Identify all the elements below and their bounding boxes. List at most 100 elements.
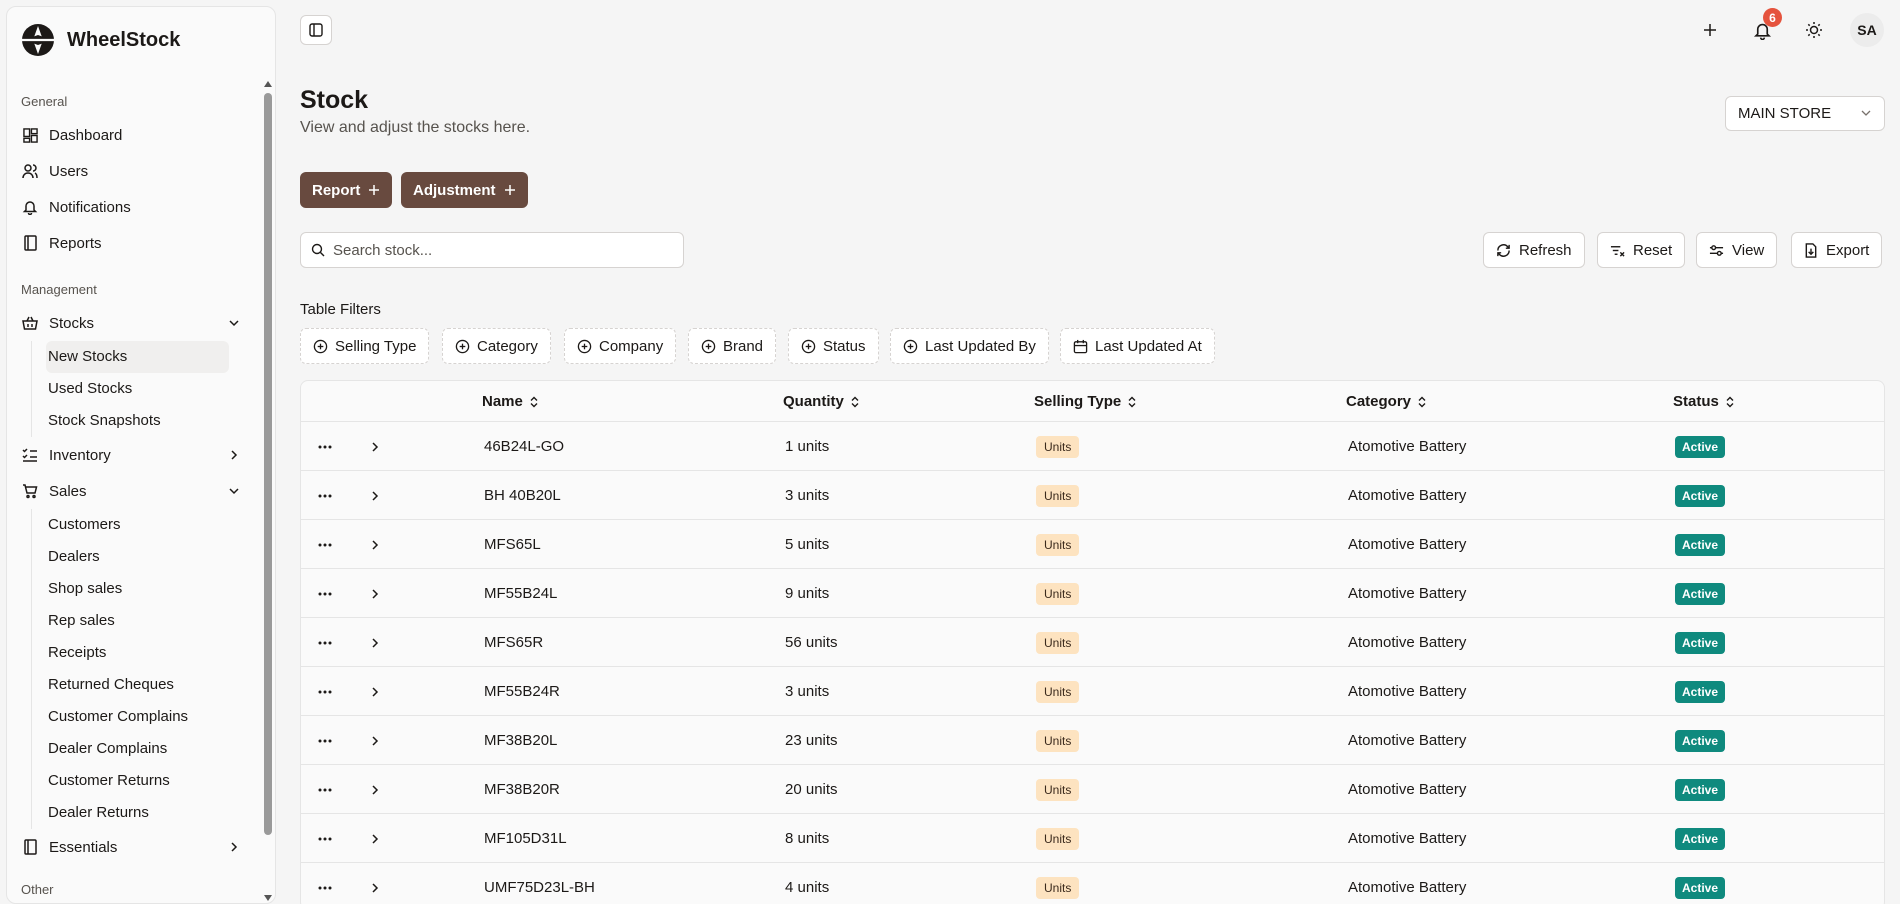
sidebar-item-essentials[interactable]: Essentials bbox=[7, 829, 275, 865]
store-select[interactable]: MAIN STORE bbox=[1725, 96, 1885, 131]
table-row[interactable]: MF105D31L 8 units Units Atomotive Battery Ac… bbox=[301, 814, 1884, 863]
row-expand-button[interactable] bbox=[367, 765, 383, 814]
sidebar-scrollbar[interactable] bbox=[264, 93, 272, 835]
row-actions-button[interactable] bbox=[315, 618, 335, 667]
table-row[interactable]: 46B24L-GO 1 units Units Atomotive Battery Ac… bbox=[301, 422, 1884, 471]
row-expand-button[interactable] bbox=[367, 814, 383, 863]
row-actions-button[interactable] bbox=[315, 569, 335, 618]
column-header-name[interactable]: Name bbox=[482, 381, 539, 422]
filter-chip-brand[interactable]: Brand bbox=[688, 328, 777, 364]
row-expand-button[interactable] bbox=[367, 618, 383, 667]
column-header-label: Category bbox=[1346, 393, 1412, 410]
search-input[interactable] bbox=[333, 241, 673, 259]
row-actions-button[interactable] bbox=[315, 471, 335, 520]
plus-circle-icon bbox=[455, 339, 470, 354]
sidebar-subitem-returned-cheques[interactable]: Returned Cheques bbox=[46, 669, 229, 701]
sidebar-subitem-rep-sales[interactable]: Rep sales bbox=[46, 605, 229, 637]
row-expand-button[interactable] bbox=[367, 863, 383, 904]
filter-chip-status[interactable]: Status bbox=[788, 328, 879, 364]
row-expand-button[interactable] bbox=[367, 569, 383, 618]
store-select-value: MAIN STORE bbox=[1738, 105, 1832, 122]
cell-quantity: 5 units bbox=[785, 536, 830, 553]
sidebar-item-sales[interactable]: Sales bbox=[7, 473, 275, 509]
refresh-button[interactable]: Refresh bbox=[1483, 232, 1585, 268]
sidebar-subitem-dealer-returns[interactable]: Dealer Returns bbox=[46, 797, 229, 829]
scroll-up-arrow[interactable] bbox=[264, 81, 272, 87]
sidebar-item-notifications[interactable]: Notifications bbox=[7, 189, 275, 225]
add-button[interactable] bbox=[1694, 14, 1726, 46]
row-actions-button[interactable] bbox=[315, 765, 335, 814]
chevron-right-icon bbox=[372, 882, 379, 893]
sidebar-subitem-customer-returns[interactable]: Customer Returns bbox=[46, 765, 229, 797]
cell-selling-type: Units bbox=[1036, 618, 1080, 667]
row-actions-button[interactable] bbox=[315, 667, 335, 716]
table-row[interactable]: MF55B24R 3 units Units Atomotive Battery Act… bbox=[301, 667, 1884, 716]
row-actions-button[interactable] bbox=[315, 520, 335, 569]
sidebar-subitem-dealers[interactable]: Dealers bbox=[46, 541, 229, 573]
export-button[interactable]: Export bbox=[1791, 232, 1883, 268]
column-header-category[interactable]: Category bbox=[1346, 381, 1427, 422]
view-button[interactable]: View bbox=[1696, 232, 1778, 268]
sidebar-item-users[interactable]: Users bbox=[7, 153, 275, 189]
reset-button[interactable]: Reset bbox=[1597, 232, 1686, 268]
stock-table: Name Quantity Selling Type Category Stat… bbox=[300, 380, 1885, 904]
table-row[interactable]: MF38B20L 23 units Units Atomotive Battery Ac… bbox=[301, 716, 1884, 765]
row-actions-button[interactable] bbox=[315, 422, 335, 471]
cell-selling-type: Units bbox=[1036, 667, 1080, 716]
filter-chip-last-updated-at[interactable]: Last Updated At bbox=[1060, 328, 1215, 364]
table-row[interactable]: BH 40B20L 3 units Units Atomotive Battery Ac… bbox=[301, 471, 1884, 520]
table-row[interactable]: UMF75D23L-BH 4 units Units Atomotive Batter… bbox=[301, 863, 1884, 904]
row-expand-button[interactable] bbox=[367, 422, 383, 471]
sidebar-item-label: Dashboard bbox=[49, 126, 123, 144]
avatar[interactable]: SA bbox=[1850, 13, 1884, 47]
chevron-down-icon bbox=[225, 482, 243, 500]
sidebar-item-dashboard[interactable]: Dashboard bbox=[7, 117, 275, 153]
table-row[interactable]: MF55B24L 9 units Units Atomotive Battery Act… bbox=[301, 569, 1884, 618]
sidebar-subitem-customer-complains[interactable]: Customer Complains bbox=[46, 701, 229, 733]
row-actions-button[interactable] bbox=[315, 716, 335, 765]
sidebar-subitem-used-stocks[interactable]: Used Stocks bbox=[46, 373, 229, 405]
row-actions-button[interactable] bbox=[315, 814, 335, 863]
cell-status: Active bbox=[1675, 618, 1726, 667]
row-expand-button[interactable] bbox=[367, 716, 383, 765]
sidebar-subitem-customers[interactable]: Customers bbox=[46, 509, 229, 541]
notification-count-badge: 6 bbox=[1763, 8, 1782, 27]
table-filters-label: Table Filters bbox=[300, 301, 381, 318]
status-badge: Active bbox=[1675, 435, 1726, 458]
filter-chip-last-updated-by[interactable]: Last Updated By bbox=[890, 328, 1049, 364]
cell-selling-type: Units bbox=[1036, 716, 1080, 765]
sidebar-subitem-new-stocks[interactable]: New Stocks bbox=[46, 341, 229, 373]
table-row[interactable]: MF38B20R 20 units Units Atomotive Battery Ac… bbox=[301, 765, 1884, 814]
brand[interactable]: WheelStock bbox=[7, 7, 275, 73]
sidebar-subitem-stock-snapshots[interactable]: Stock Snapshots bbox=[46, 405, 229, 437]
column-header-selling-type[interactable]: Selling Type bbox=[1034, 381, 1137, 422]
theme-toggle-button[interactable] bbox=[1798, 14, 1830, 46]
sidebar-item-stocks[interactable]: Stocks bbox=[7, 305, 275, 341]
filter-chip-company[interactable]: Company bbox=[564, 328, 677, 364]
adjustment-button[interactable]: Adjustment bbox=[401, 172, 528, 208]
row-expand-button[interactable] bbox=[367, 667, 383, 716]
cell-selling-type: Units bbox=[1036, 765, 1080, 814]
sidebar-subitem-shop-sales[interactable]: Shop sales bbox=[46, 573, 229, 605]
scroll-down-arrow[interactable] bbox=[264, 895, 272, 901]
column-header-status[interactable]: Status bbox=[1673, 381, 1735, 422]
sidebar-item-reports[interactable]: Reports bbox=[7, 225, 275, 261]
sidebar-subitem-receipts[interactable]: Receipts bbox=[46, 637, 229, 669]
filter-chip-selling-type[interactable]: Selling Type bbox=[300, 328, 430, 364]
row-actions-button[interactable] bbox=[315, 863, 335, 904]
table-row[interactable]: MFS65L 5 units Units Atomotive Battery Activ… bbox=[301, 520, 1884, 569]
row-expand-button[interactable] bbox=[367, 471, 383, 520]
cell-status: Active bbox=[1675, 765, 1726, 814]
sidebar: WheelStock General Dashboard Users Notif… bbox=[6, 6, 276, 904]
notifications-button[interactable]: 6 bbox=[1746, 8, 1782, 46]
sidebar-item-inventory[interactable]: Inventory bbox=[7, 437, 275, 473]
sidebar-subitem-dealer-complains[interactable]: Dealer Complains bbox=[46, 733, 229, 765]
row-expand-button[interactable] bbox=[367, 520, 383, 569]
cell-name: BH 40B20L bbox=[484, 487, 561, 504]
column-header-label: Selling Type bbox=[1034, 393, 1122, 410]
report-button[interactable]: Report bbox=[300, 172, 393, 208]
table-row[interactable]: MFS65R 56 units Units Atomotive Battery Acti… bbox=[301, 618, 1884, 667]
filter-chip-category[interactable]: Category bbox=[442, 328, 551, 364]
column-header-quantity[interactable]: Quantity bbox=[783, 381, 860, 422]
sidebar-toggle-button[interactable] bbox=[300, 15, 332, 45]
